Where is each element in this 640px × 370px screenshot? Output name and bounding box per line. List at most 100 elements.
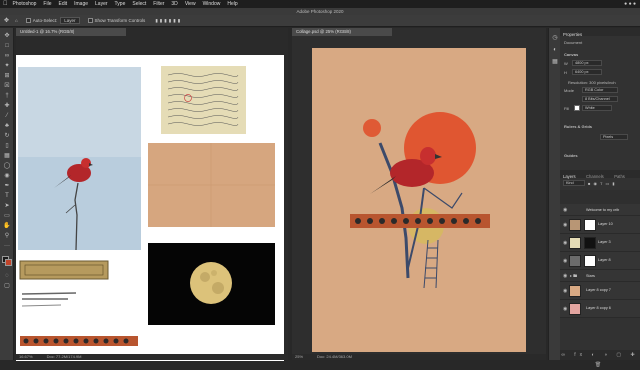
menu-select[interactable]: Select — [132, 1, 146, 7]
menu-help[interactable]: Help — [227, 1, 237, 7]
right-panels: Properties Document Canvas W 4800 px H 6… — [560, 28, 640, 368]
hand-tool-icon[interactable]: ✋ — [3, 222, 11, 230]
canvas-untitled[interactable] — [16, 55, 284, 361]
home-icon[interactable]: ⌂ — [15, 18, 18, 23]
tab-collage[interactable]: Collage.psd @ 25% (RGB/8) — [292, 28, 392, 36]
doc1-status: Doc: 77.2M/174.9M — [46, 354, 82, 359]
eraser-tool-icon[interactable]: ▯ — [3, 142, 11, 150]
quick-mask-icon[interactable]: ◌ — [3, 272, 11, 280]
crop-tool-icon[interactable]: ⊞ — [3, 72, 11, 80]
type-tool-icon[interactable]: T — [3, 192, 11, 200]
channels-tab[interactable]: Channels — [586, 174, 604, 179]
layer-kind-filter[interactable]: Kind — [563, 180, 585, 186]
pen-tool-icon[interactable]: ✒ — [3, 182, 11, 190]
visibility-icon[interactable]: ◉ — [563, 258, 567, 264]
tab-untitled-label: Untitled-1 @ 16.7% (RGB/8) — [20, 29, 75, 34]
pencil-strokes — [21, 292, 77, 300]
visibility-icon[interactable]: ◉ — [563, 240, 567, 246]
fill-select[interactable]: White — [582, 105, 612, 111]
adjustments-icon[interactable]: ◐ — [551, 46, 559, 54]
marquee-tool-icon[interactable]: □ — [3, 42, 11, 50]
rulers-section[interactable]: Rulers & Grids — [564, 124, 592, 129]
document-label: Document — [564, 40, 583, 45]
layer-row[interactable]: ◉ Layer 8 — [560, 252, 640, 270]
menu-edit[interactable]: Edit — [58, 1, 67, 7]
path-select-tool-icon[interactable]: ➤ — [3, 202, 11, 210]
more-tools-icon[interactable]: ··· — [3, 242, 11, 250]
lasso-tool-icon[interactable]: ∞ — [3, 52, 11, 60]
dodge-tool-icon[interactable]: ◉ — [3, 172, 11, 180]
move-tool-icon[interactable]: ✥ — [4, 17, 9, 24]
unit-select[interactable]: Pixels — [600, 134, 628, 140]
visibility-icon[interactable]: ◉ — [563, 273, 567, 279]
layer-filter-icons[interactable]: ■ ◉ T ▭ ▮ — [588, 181, 616, 186]
menu-filter[interactable]: Filter — [153, 1, 164, 7]
menu-file[interactable]: File — [43, 1, 51, 7]
screen-mode-icon[interactable]: ▢ — [3, 282, 11, 290]
guides-section[interactable]: Guides — [564, 153, 578, 158]
layer-row[interactable]: ◉ Layer 10 — [560, 216, 640, 234]
visibility-icon[interactable]: ◉ — [563, 222, 567, 228]
fill-swatch[interactable] — [574, 105, 580, 111]
visibility-icon[interactable]: ◉ — [563, 207, 567, 213]
stamp-tool-icon[interactable]: ♣ — [3, 122, 11, 130]
canvas-collage[interactable] — [312, 48, 526, 352]
width-field[interactable]: 4800 px — [572, 60, 602, 66]
menu-layer[interactable]: Layer — [95, 1, 108, 7]
shape-tool-icon[interactable]: ▭ — [3, 212, 11, 220]
layer-name: Stars — [586, 274, 595, 278]
options-bar: ✥ ⌂ Auto-Select: Layer Show Transform Co… — [0, 15, 640, 27]
history-icon[interactable]: ◷ — [551, 34, 559, 42]
document-window-untitled: Untitled-1 @ 16.7% (RGB/8) 16.67% Doc: 7… — [16, 28, 288, 361]
properties-tab[interactable]: Properties — [563, 32, 582, 37]
layer-actions-bar[interactable]: ∞ fx ◐ ◑ ▢ ✚ 🗑 — [560, 350, 640, 368]
visibility-icon[interactable]: ◉ — [563, 288, 567, 294]
apple-icon[interactable]:  — [3, 1, 8, 7]
gradient-tool-icon[interactable]: ▦ — [3, 152, 11, 160]
menu-view[interactable]: View — [185, 1, 196, 7]
menu-window[interactable]: Window — [203, 1, 221, 7]
doc1-zoom[interactable]: 16.67% — [19, 354, 33, 359]
layer-name: Layer 8 copy 7 — [586, 288, 611, 292]
history-brush-icon[interactable]: ↻ — [3, 132, 11, 140]
layer-name: Layer 3 — [598, 240, 611, 244]
layer-name: Layer 8 copy 6 — [586, 306, 611, 310]
menu-type[interactable]: Type — [115, 1, 126, 7]
layer-name: Welcome to my crib — [586, 208, 620, 212]
show-transform-checkbox[interactable] — [87, 18, 93, 23]
layer-row[interactable]: ◉ Layer 8 copy 7 — [560, 282, 640, 300]
brush-tool-icon[interactable]: ⁄ — [3, 112, 11, 120]
move-tool-icon[interactable]: ✥ — [3, 32, 11, 40]
auto-select-checkbox[interactable] — [25, 18, 31, 23]
tools-panel: ✥ □ ∞ ✦ ⊞ ☒ † ✚ ⁄ ♣ ↻ ▯ ▦ ◯ ◉ ✒ T ➤ ▭ ✋ … — [0, 28, 14, 360]
frame-tool-icon[interactable]: ☒ — [3, 82, 11, 90]
mode-label: Mode — [564, 88, 575, 93]
menu-3d[interactable]: 3D — [171, 1, 177, 7]
eyedropper-tool-icon[interactable]: † — [3, 92, 11, 100]
background-color-swatch[interactable] — [5, 259, 12, 266]
menu-image[interactable]: Image — [74, 1, 88, 7]
paths-tab[interactable]: Paths — [614, 174, 625, 179]
menu-photoshop[interactable]: Photoshop — [13, 1, 37, 7]
untitled-artwork — [18, 66, 275, 346]
layer-select-dropdown[interactable]: Layer — [60, 17, 80, 24]
depth-select[interactable]: 8 Bits/Channel — [582, 96, 618, 102]
layer-row[interactable]: ◉ Layer 8 copy 6 — [560, 300, 640, 318]
tab-untitled[interactable]: Untitled-1 @ 16.7% (RGB/8) — [16, 28, 126, 36]
layer-mask — [584, 255, 596, 267]
healing-tool-icon[interactable]: ✚ — [3, 102, 11, 110]
visibility-icon[interactable]: ◉ — [563, 306, 567, 312]
layer-name: Layer 10 — [598, 222, 613, 226]
height-field[interactable]: 6400 px — [572, 69, 602, 75]
align-icons[interactable]: ▮▮▮▮▮▮ — [155, 18, 182, 24]
zoom-tool-icon[interactable]: ⚲ — [3, 232, 11, 240]
layer-row[interactable]: ◉ Layer 3 — [560, 234, 640, 252]
layer-row[interactable]: ◉ Welcome to my crib — [560, 204, 640, 216]
layer-group-row[interactable]: ◉ ▸ 🖿 Stars — [560, 270, 640, 282]
blur-tool-icon[interactable]: ◯ — [3, 162, 11, 170]
quick-select-tool-icon[interactable]: ✦ — [3, 62, 11, 70]
swatches-icon[interactable]: ▦ — [551, 58, 559, 66]
layers-tab[interactable]: Layers — [563, 174, 576, 179]
mode-select[interactable]: RGB Color — [582, 87, 618, 93]
doc2-zoom[interactable]: 25% — [295, 354, 303, 359]
